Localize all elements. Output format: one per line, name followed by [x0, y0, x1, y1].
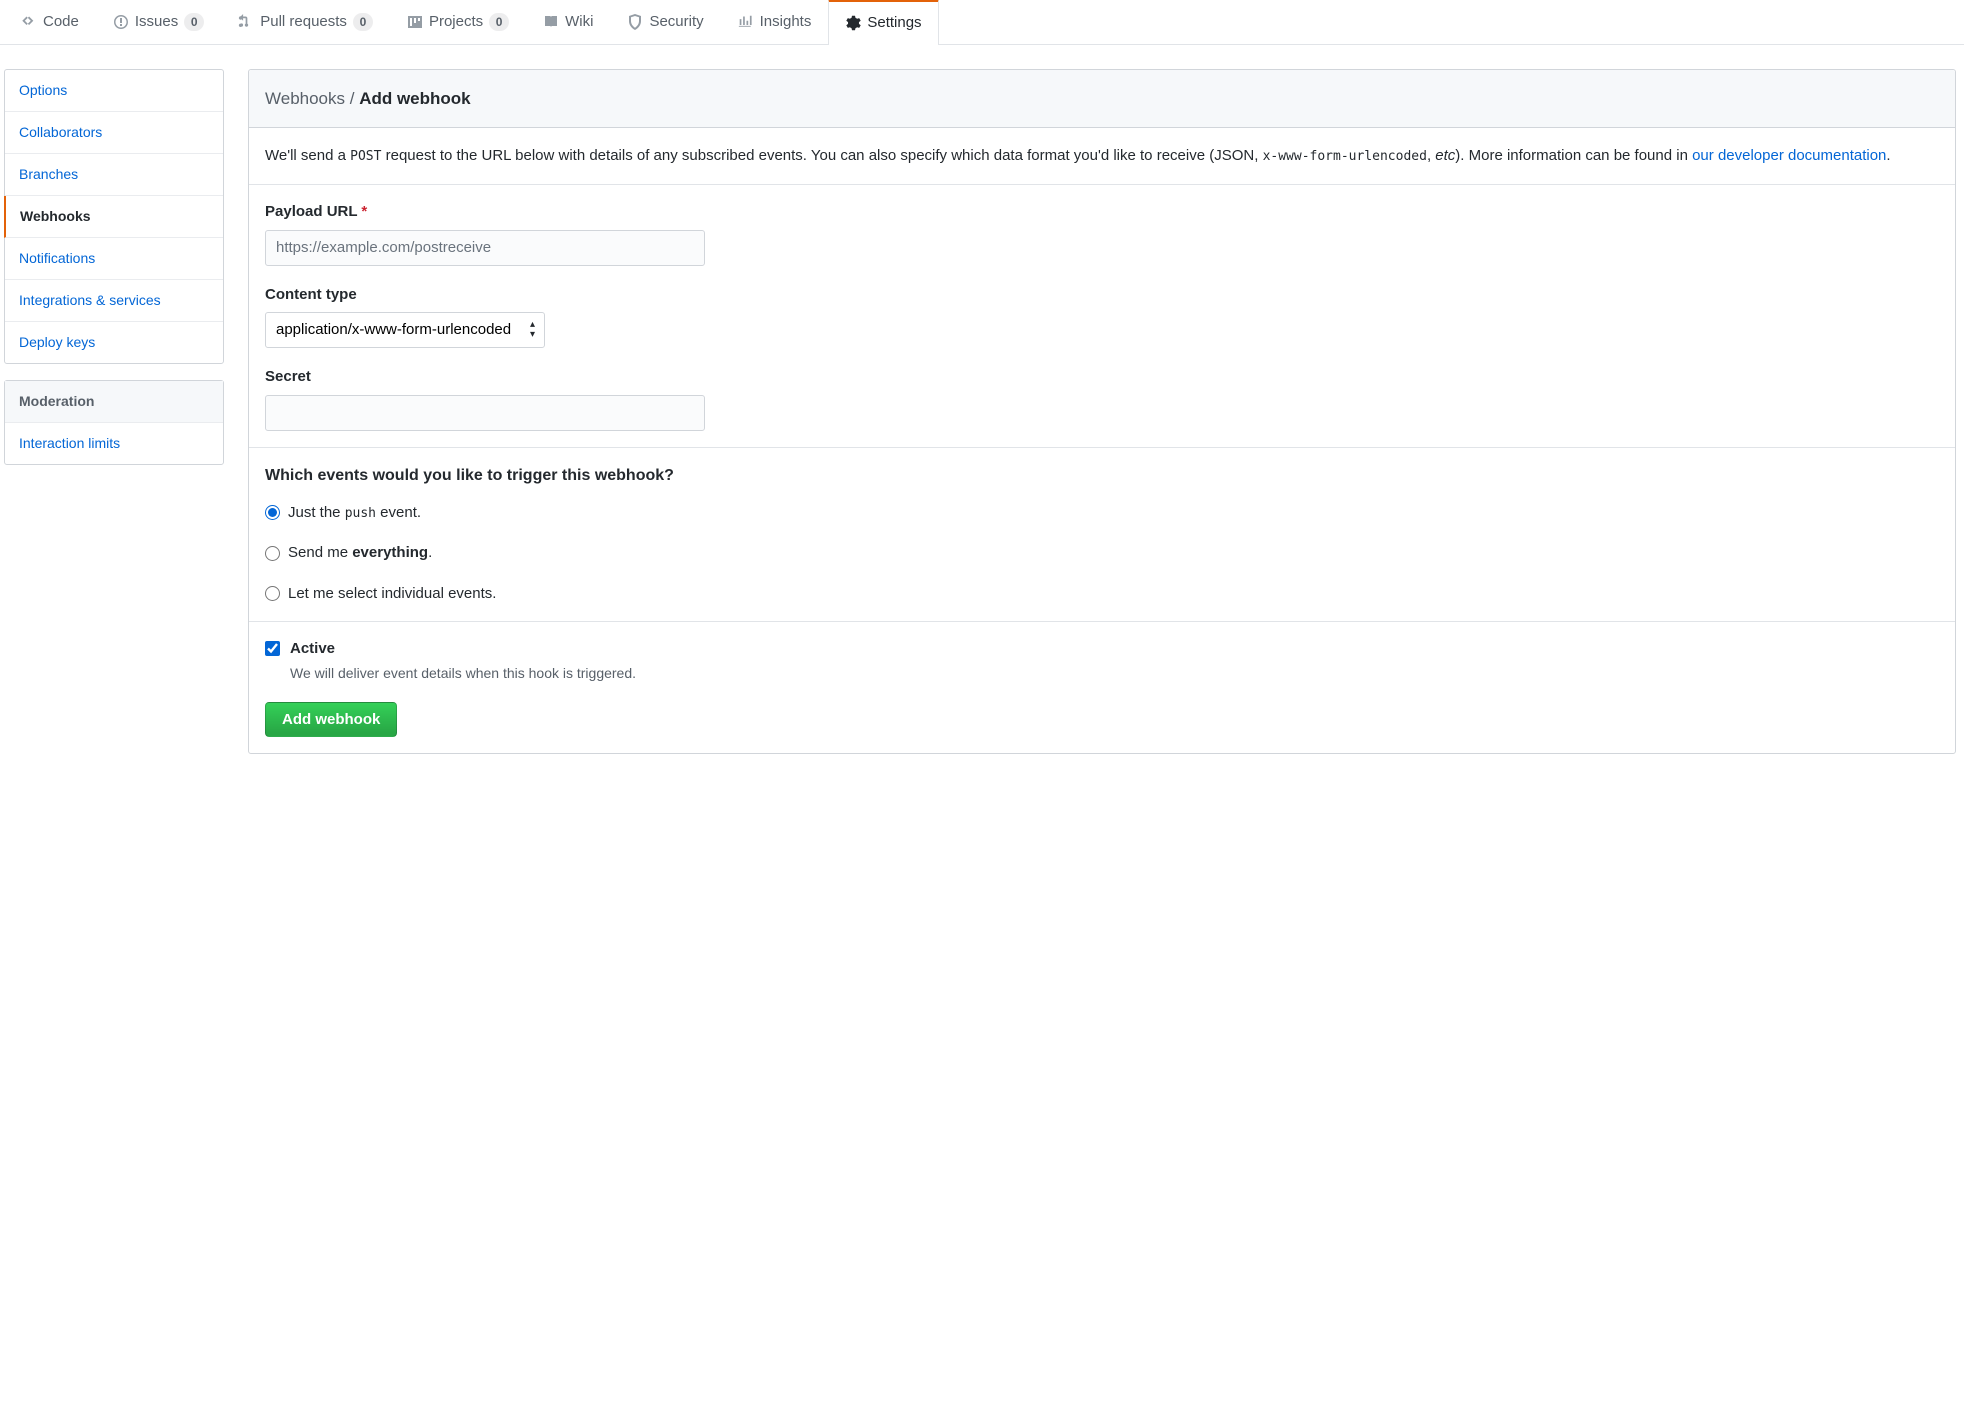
- sidebar-item-notifications[interactable]: Notifications: [5, 238, 223, 280]
- events-title: Which events would you like to trigger t…: [265, 464, 1939, 488]
- post-code: POST: [350, 149, 381, 164]
- sidebar-item-webhooks[interactable]: Webhooks: [4, 196, 223, 238]
- tab-projects[interactable]: Projects 0: [390, 0, 526, 44]
- active-desc: We will deliver event details when this …: [290, 663, 636, 684]
- tab-security[interactable]: Security: [610, 0, 720, 44]
- events-individual-radio[interactable]: [265, 586, 280, 601]
- active-row: Active We will deliver event details whe…: [265, 638, 1939, 684]
- book-icon: [543, 14, 559, 30]
- events-individual-row[interactable]: Let me select individual events.: [265, 583, 1939, 606]
- payload-url-group: Payload URL *: [265, 201, 1939, 266]
- tab-wiki-label: Wiki: [565, 11, 593, 34]
- tab-wiki[interactable]: Wiki: [526, 0, 610, 44]
- settings-menu: Options Collaborators Branches Webhooks …: [4, 69, 224, 364]
- footer-section: Active We will deliver event details whe…: [249, 622, 1955, 753]
- graph-icon: [738, 14, 754, 30]
- tab-insights-label: Insights: [760, 11, 812, 34]
- pull-request-icon: [238, 14, 254, 30]
- tab-issues-label: Issues: [135, 11, 178, 34]
- moderation-heading: Moderation: [5, 381, 223, 423]
- events-push-radio[interactable]: [265, 505, 280, 520]
- box-header: Webhooks / Add webhook: [249, 70, 1955, 129]
- content-type-group: Content type application/x-www-form-urle…: [265, 284, 1939, 349]
- code-icon: [21, 14, 37, 30]
- tab-security-label: Security: [649, 11, 703, 34]
- tab-settings-label: Settings: [867, 12, 921, 35]
- events-everything-label: Send me everything.: [288, 542, 432, 565]
- sidebar-item-collaborators[interactable]: Collaborators: [5, 112, 223, 154]
- add-webhook-button[interactable]: Add webhook: [265, 702, 397, 737]
- content-type-select[interactable]: application/x-www-form-urlencoded: [265, 312, 545, 348]
- events-everything-radio[interactable]: [265, 546, 280, 561]
- active-text: Active We will deliver event details whe…: [290, 638, 636, 684]
- settings-sidebar: Options Collaborators Branches Webhooks …: [4, 69, 224, 754]
- project-icon: [407, 14, 423, 30]
- events-push-row[interactable]: Just the push event.: [265, 502, 1939, 525]
- projects-count: 0: [489, 13, 509, 31]
- gear-icon: [845, 15, 861, 31]
- active-label: Active: [290, 638, 636, 661]
- tab-pull-requests[interactable]: Pull requests 0: [221, 0, 390, 44]
- tab-insights[interactable]: Insights: [721, 0, 829, 44]
- breadcrumb-root: Webhooks: [265, 89, 345, 108]
- payload-url-input[interactable]: [265, 230, 705, 266]
- tab-code[interactable]: Code: [4, 0, 96, 44]
- events-section: Which events would you like to trigger t…: [249, 448, 1955, 623]
- issues-count: 0: [184, 13, 204, 31]
- main-content: Webhooks / Add webhook We'll send a POST…: [248, 69, 1956, 754]
- active-checkbox[interactable]: [265, 641, 280, 656]
- breadcrumb-leaf: Add webhook: [359, 89, 470, 108]
- shield-icon: [627, 14, 643, 30]
- tab-settings[interactable]: Settings: [828, 0, 938, 45]
- events-individual-label: Let me select individual events.: [288, 583, 496, 606]
- moderation-menu: Moderation Interaction limits: [4, 380, 224, 465]
- sidebar-item-interaction-limits[interactable]: Interaction limits: [5, 423, 223, 464]
- breadcrumb-sep: /: [345, 89, 359, 108]
- sidebar-item-integrations[interactable]: Integrations & services: [5, 280, 223, 322]
- sidebar-item-options[interactable]: Options: [5, 70, 223, 112]
- events-everything-row[interactable]: Send me everything.: [265, 542, 1939, 565]
- enc-code: x-www-form-urlencoded: [1263, 149, 1427, 164]
- issue-icon: [113, 14, 129, 30]
- tab-projects-label: Projects: [429, 11, 483, 34]
- content-type-label: Content type: [265, 284, 1939, 307]
- secret-group: Secret: [265, 366, 1939, 431]
- secret-input[interactable]: [265, 395, 705, 431]
- tab-code-label: Code: [43, 11, 79, 34]
- intro-section: We'll send a POST request to the URL bel…: [249, 128, 1955, 185]
- sidebar-item-deploy-keys[interactable]: Deploy keys: [5, 322, 223, 363]
- form-fields-section: Payload URL * Content type application/x…: [249, 185, 1955, 448]
- secret-label: Secret: [265, 366, 1939, 389]
- events-push-label: Just the push event.: [288, 502, 421, 525]
- sidebar-item-branches[interactable]: Branches: [5, 154, 223, 196]
- payload-url-label: Payload URL *: [265, 201, 1939, 224]
- webhook-form-box: Webhooks / Add webhook We'll send a POST…: [248, 69, 1956, 754]
- tab-issues[interactable]: Issues 0: [96, 0, 221, 44]
- required-mark: *: [361, 203, 367, 220]
- pr-count: 0: [353, 13, 373, 31]
- breadcrumb: Webhooks / Add webhook: [265, 89, 471, 108]
- repo-tabs: Code Issues 0 Pull requests 0 Projects 0…: [0, 0, 1964, 45]
- dev-docs-link[interactable]: our developer documentation: [1692, 147, 1886, 164]
- tab-pr-label: Pull requests: [260, 11, 347, 34]
- intro-text: We'll send a POST request to the URL bel…: [265, 144, 1939, 168]
